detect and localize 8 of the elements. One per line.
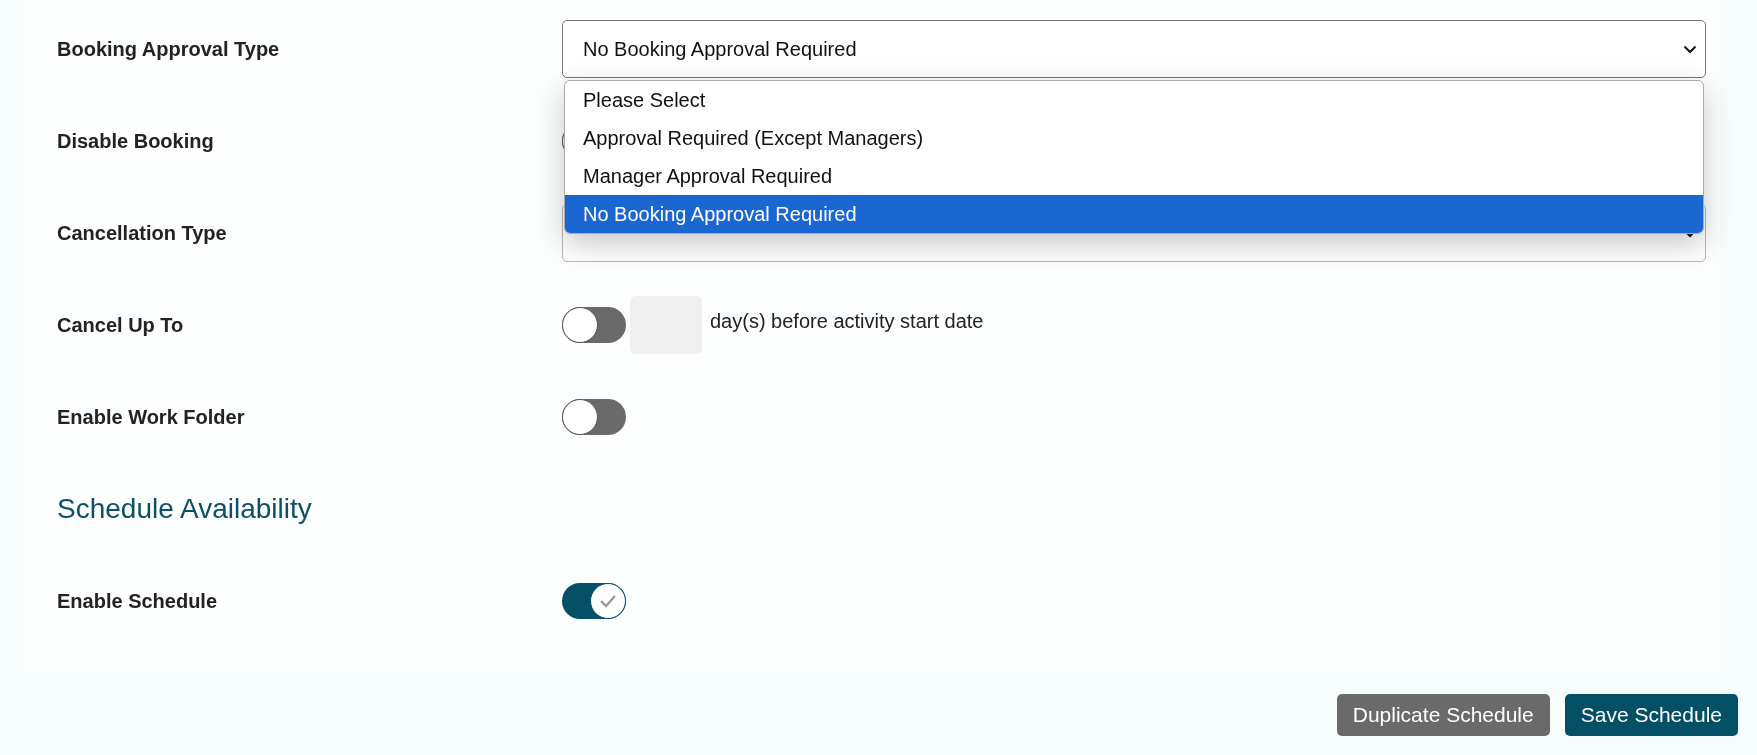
- field-label: Enable Work Folder: [57, 405, 246, 429]
- field-label: Cancellation Type: [57, 221, 228, 245]
- field-label: Disable Booking: [57, 129, 215, 153]
- days-suffix: day(s) before activity start date: [710, 309, 984, 333]
- field-label: Cancel Up To: [57, 313, 185, 337]
- field-label: Booking Approval Type: [57, 37, 281, 61]
- section-heading: Schedule Availability: [57, 493, 313, 525]
- field-label: Enable Schedule: [57, 589, 219, 613]
